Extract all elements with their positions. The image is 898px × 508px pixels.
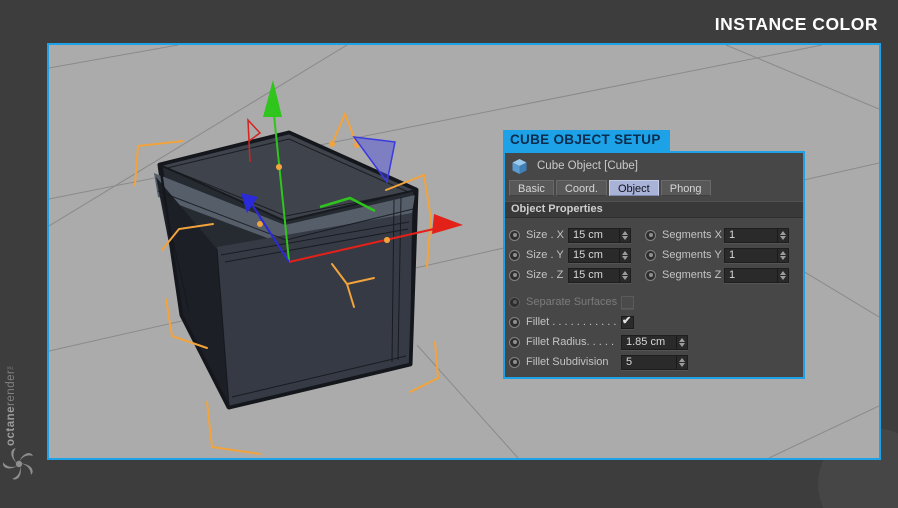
fillet-subdivision-row: Fillet Subdivision 5 <box>505 352 803 372</box>
segments-z-radio[interactable] <box>645 269 656 281</box>
separate-surfaces-checkbox <box>621 295 634 309</box>
panel-heading: CUBE OBJECT SETUP <box>503 130 670 151</box>
step-down-icon[interactable] <box>679 362 685 367</box>
size-y-stepper[interactable] <box>619 248 630 262</box>
brand-rail: octanerender™ <box>0 0 46 508</box>
step-up-icon[interactable] <box>780 250 786 255</box>
size-y-row: Size . Y 15 cm Segments Y 1 <box>505 245 803 265</box>
segments-z-stepper[interactable] <box>777 268 788 282</box>
brand-word-octane: octane <box>5 405 17 446</box>
segments-x-stepper[interactable] <box>777 228 788 242</box>
size-x-label: Size . X <box>526 229 564 241</box>
object-header-row: Cube Object [Cube] <box>505 153 803 179</box>
cube-setup-panel: CUBE OBJECT SETUP Cube Object [Cube] Bas… <box>503 130 805 379</box>
segments-x-label: Segments X <box>662 229 722 241</box>
fillet-subdivision-field[interactable]: 5 <box>621 354 688 370</box>
fillet-radius-stepper[interactable] <box>676 335 687 349</box>
step-down-icon[interactable] <box>622 275 628 280</box>
brand-trademark: ™ <box>7 362 14 370</box>
segments-x-radio[interactable] <box>645 229 656 241</box>
size-x-row: Size . X 15 cm Segments X 1 <box>505 225 803 245</box>
size-y-radio[interactable] <box>509 249 520 261</box>
y-param-dot[interactable] <box>276 164 282 170</box>
step-down-icon[interactable] <box>780 275 786 280</box>
check-icon: ✔ <box>622 314 632 327</box>
step-up-icon[interactable] <box>679 337 685 342</box>
segments-z-label: Segments Z <box>662 269 722 281</box>
step-up-icon[interactable] <box>780 230 786 235</box>
application-window: INSTANCE COLOR octanerender™ CUBE OBJECT… <box>0 0 898 508</box>
x-param-dot[interactable] <box>384 237 390 243</box>
size-z-radio[interactable] <box>509 269 520 281</box>
fillet-radius-row: Fillet Radius. . . . . 1.85 cm <box>505 332 803 352</box>
fillet-subdivision-radio[interactable] <box>509 356 520 368</box>
page-title: INSTANCE COLOR <box>714 14 878 34</box>
step-up-icon[interactable] <box>622 270 628 275</box>
segments-y-field[interactable]: 1 <box>724 247 789 263</box>
fillet-subdivision-label: Fillet Subdivision <box>526 356 609 368</box>
fillet-radius-field[interactable]: 1.85 cm <box>621 334 688 350</box>
size-x-radio[interactable] <box>509 229 520 241</box>
segments-y-stepper[interactable] <box>777 248 788 262</box>
separate-surfaces-radio <box>509 296 520 308</box>
step-down-icon[interactable] <box>780 235 786 240</box>
octane-logo-icon <box>3 448 33 480</box>
fillet-radio[interactable] <box>509 316 520 328</box>
brand-wordmark: octanerender™ <box>5 358 17 446</box>
properties-list: Size . X 15 cm Segments X 1 Size . Y 15 … <box>505 218 803 372</box>
segments-y-radio[interactable] <box>645 249 656 261</box>
step-up-icon[interactable] <box>622 230 628 235</box>
tab-coord[interactable]: Coord. <box>555 180 607 196</box>
size-z-field[interactable]: 15 cm <box>568 267 631 283</box>
size-y-label: Size . Y <box>526 249 564 261</box>
segments-x-field[interactable]: 1 <box>724 227 789 243</box>
size-z-row: Size . Z 15 cm Segments Z 1 <box>505 265 803 285</box>
fillet-checkbox[interactable]: ✔ <box>621 314 634 329</box>
segments-y-label: Segments Y <box>662 249 722 261</box>
step-up-icon[interactable] <box>679 357 685 362</box>
cube-object-icon <box>512 158 527 174</box>
step-down-icon[interactable] <box>679 342 685 347</box>
step-up-icon[interactable] <box>622 250 628 255</box>
step-up-icon[interactable] <box>780 270 786 275</box>
fillet-subdivision-stepper[interactable] <box>676 355 687 369</box>
size-z-stepper[interactable] <box>619 268 630 282</box>
separate-surfaces-row: Separate Surfaces <box>505 292 803 312</box>
size-x-field[interactable]: 15 cm <box>568 227 631 243</box>
attribute-manager: Cube Object [Cube] Basic Coord. Object P… <box>503 151 805 379</box>
tab-object[interactable]: Object <box>608 180 659 196</box>
fillet-row: Fillet . . . . . . . . . . . ✔ <box>505 312 803 332</box>
segments-z-field[interactable]: 1 <box>724 267 789 283</box>
brand-word-render: render <box>5 369 17 406</box>
section-object-properties: Object Properties <box>505 201 803 218</box>
cube-object[interactable] <box>154 130 419 410</box>
fillet-radius-radio[interactable] <box>509 336 520 348</box>
y-axis-arrow[interactable] <box>263 80 282 117</box>
tab-basic[interactable]: Basic <box>509 180 554 196</box>
fillet-radius-label: Fillet Radius. . . . . <box>526 336 615 348</box>
size-x-stepper[interactable] <box>619 228 630 242</box>
step-down-icon[interactable] <box>622 235 628 240</box>
x-axis-arrow[interactable] <box>432 214 463 234</box>
object-title: Cube Object [Cube] <box>537 160 639 172</box>
tab-bar: Basic Coord. Object Phong <box>509 180 803 196</box>
size-z-label: Size . Z <box>526 269 564 281</box>
size-y-field[interactable]: 15 cm <box>568 247 631 263</box>
step-down-icon[interactable] <box>780 255 786 260</box>
fillet-label: Fillet . . . . . . . . . . . <box>526 316 617 328</box>
separate-surfaces-label: Separate Surfaces <box>526 296 618 308</box>
tab-phong[interactable]: Phong <box>660 180 711 196</box>
step-down-icon[interactable] <box>622 255 628 260</box>
